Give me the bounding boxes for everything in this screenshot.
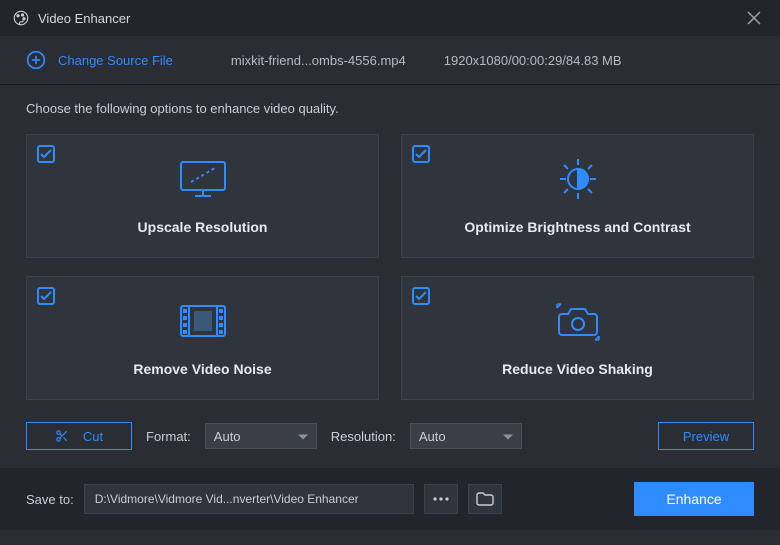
checkbox-brightness[interactable] [412,145,430,163]
instruction-text: Choose the following options to enhance … [26,101,754,116]
save-path-value: D:\Vidmore\Vidmore Vid...nverter\Video E… [95,492,359,506]
enhance-button[interactable]: Enhance [634,482,754,516]
checkbox-shaking[interactable] [412,287,430,305]
folder-icon [476,492,494,506]
close-button[interactable] [740,4,768,32]
camera-shake-icon [552,299,604,343]
save-path-input[interactable]: D:\Vidmore\Vidmore Vid...nverter\Video E… [84,484,414,514]
save-to-label: Save to: [26,492,74,507]
add-icon[interactable] [26,50,46,70]
source-file-meta: 1920x1080/00:00:29/84.83 MB [444,53,622,68]
window-title: Video Enhancer [38,11,740,26]
card-remove-noise[interactable]: Remove Video Noise [26,276,379,400]
ellipsis-icon [433,497,449,501]
check-icon [415,149,427,159]
cut-button[interactable]: Cut [26,422,132,450]
check-icon [415,291,427,301]
checkbox-upscale[interactable] [37,145,55,163]
source-file-name: mixkit-friend...ombs-4556.mp4 [231,53,406,68]
format-value: Auto [214,429,241,444]
check-icon [40,291,52,301]
monitor-icon [177,157,229,201]
source-row: Change Source File mixkit-friend...ombs-… [0,36,780,85]
options-grid: Upscale Resolution [26,134,754,400]
close-icon [747,11,761,25]
scissors-icon [55,429,69,443]
checkbox-noise[interactable] [37,287,55,305]
format-select[interactable]: Auto [205,423,317,449]
resolution-value: Auto [419,429,446,444]
more-button[interactable] [424,484,458,514]
preview-button[interactable]: Preview [658,422,754,450]
card-title: Remove Video Noise [133,361,271,377]
format-label: Format: [146,429,191,444]
card-reduce-shaking[interactable]: Reduce Video Shaking [401,276,754,400]
content: Choose the following options to enhance … [0,85,780,400]
card-title: Optimize Brightness and Contrast [464,219,690,235]
palette-icon [12,9,30,27]
footer: Save to: D:\Vidmore\Vidmore Vid...nverte… [0,468,780,530]
brightness-icon [554,157,602,201]
card-upscale-resolution[interactable]: Upscale Resolution [26,134,379,258]
change-source-link[interactable]: Change Source File [58,53,173,68]
resolution-select[interactable]: Auto [410,423,522,449]
open-folder-button[interactable] [468,484,502,514]
resolution-label: Resolution: [331,429,396,444]
cut-label: Cut [83,429,103,444]
filmstrip-icon [177,299,229,343]
titlebar: Video Enhancer [0,0,780,36]
card-title: Upscale Resolution [138,219,268,235]
card-brightness-contrast[interactable]: Optimize Brightness and Contrast [401,134,754,258]
check-icon [40,149,52,159]
card-title: Reduce Video Shaking [502,361,653,377]
controls-row: Cut Format: Auto Resolution: Auto Previe… [0,400,780,468]
